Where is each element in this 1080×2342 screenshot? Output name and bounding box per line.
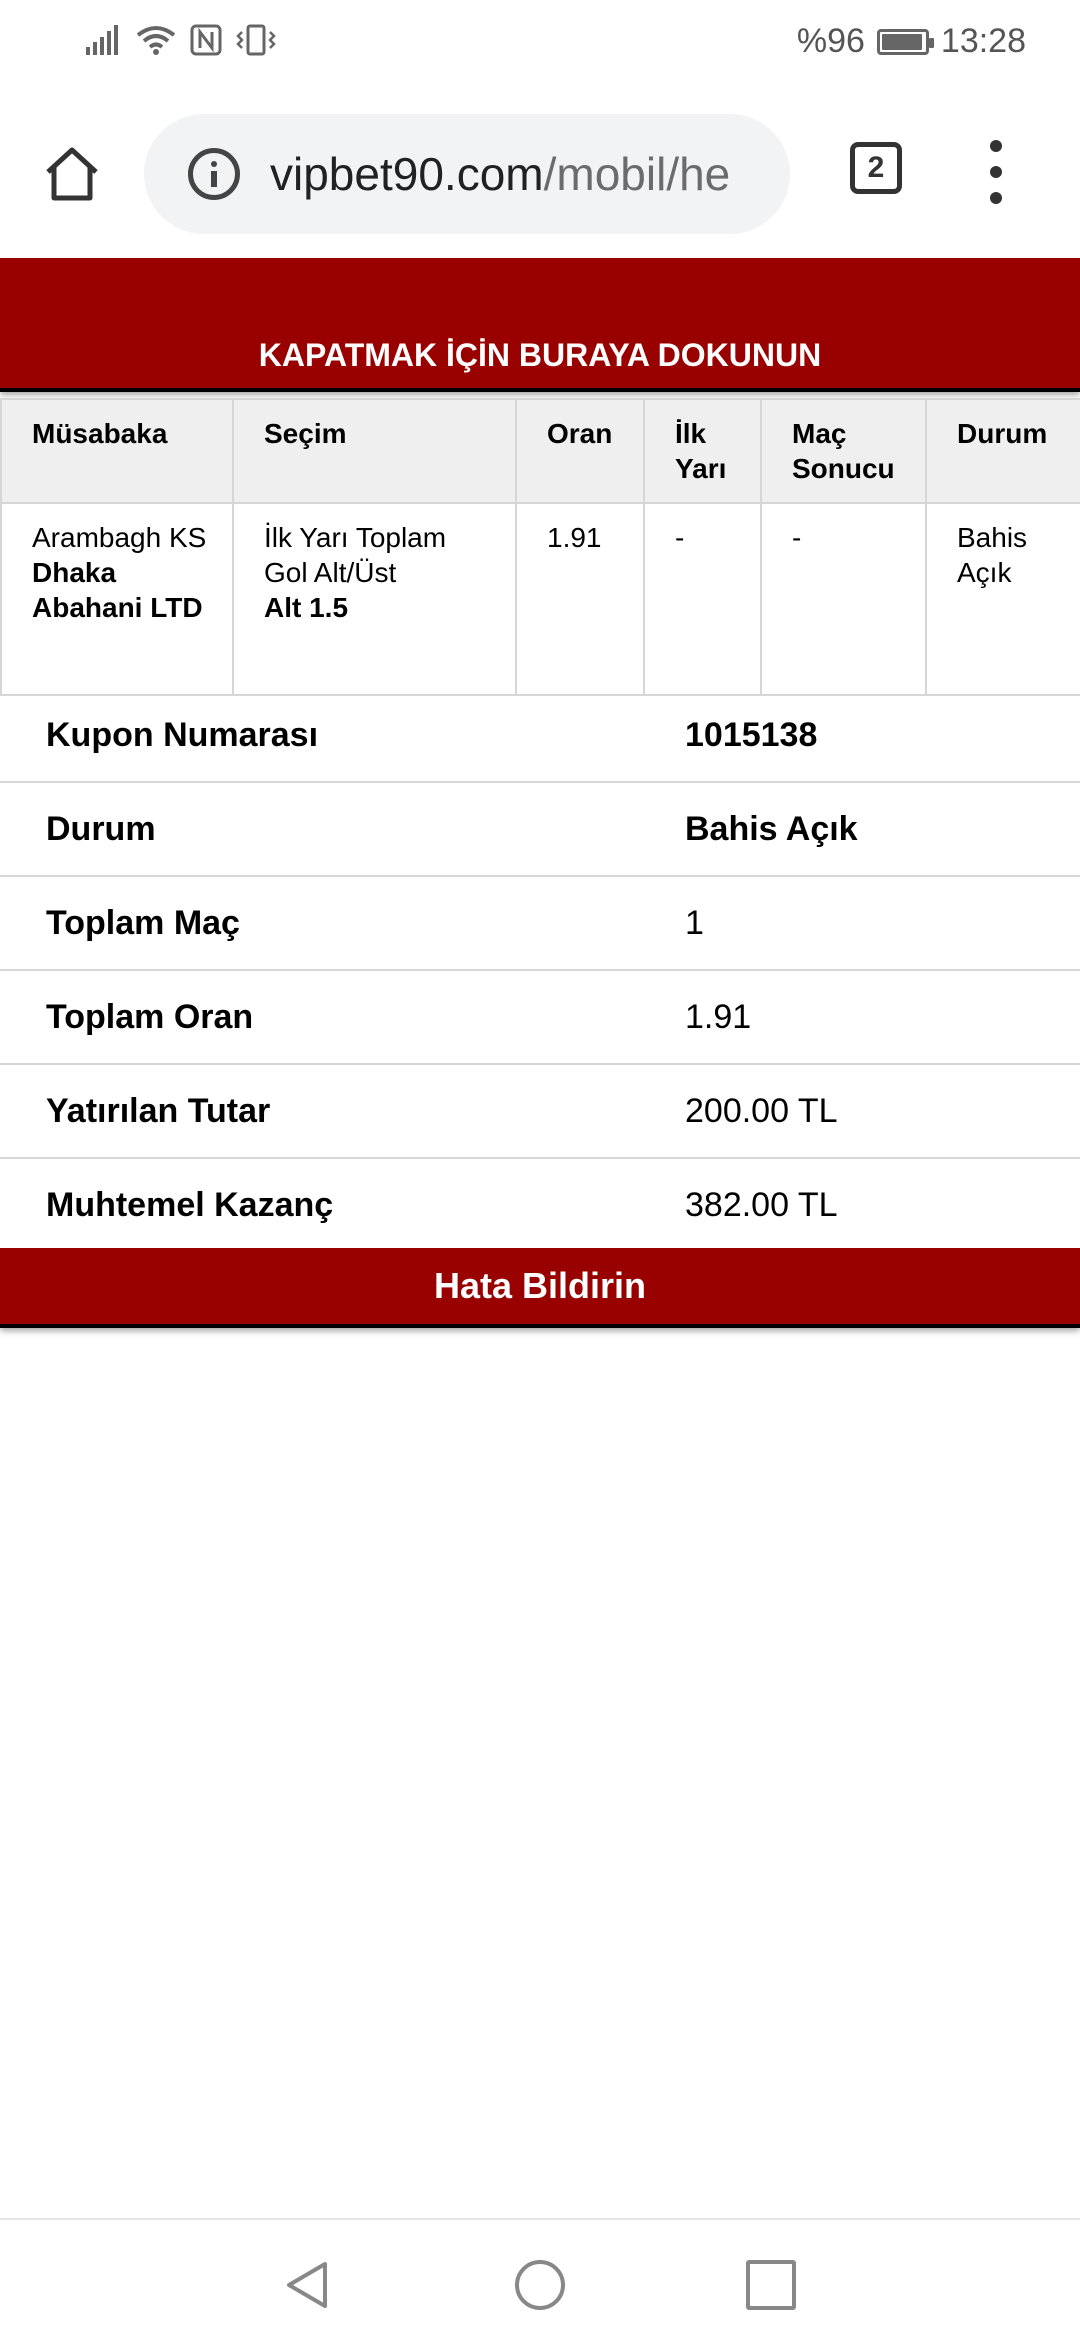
tab-count: 2 xyxy=(867,151,885,184)
coupon-summary: Kupon Numarası 1015138 Durum Bahis Açık … xyxy=(0,689,1080,1253)
report-error-button[interactable]: Hata Bildirin xyxy=(0,1248,1080,1324)
header-match-result: Maç Sonucu xyxy=(760,398,927,504)
recents-icon[interactable] xyxy=(746,2260,796,2310)
status-bar: %96 13:28 xyxy=(0,0,1080,92)
summary-label: Toplam Oran xyxy=(46,998,254,1036)
signal-icon xyxy=(86,25,118,55)
summary-value: 1015138 xyxy=(685,716,818,754)
status-icons-right: %96 13:28 xyxy=(797,22,1026,61)
pick-name: Alt 1.5 xyxy=(264,592,349,623)
close-bar[interactable]: KAPATMAK İÇİN BURAYA DOKUNUN xyxy=(0,258,1080,388)
home-icon xyxy=(46,147,98,201)
clock: 13:28 xyxy=(940,22,1026,60)
address-bar[interactable]: vipbet90.com/mobil/he xyxy=(144,114,790,234)
home-circle-icon[interactable] xyxy=(515,2260,565,2310)
table-header-row: Müsabaka Seçim Oran İlk Yarı Maç Sonucu … xyxy=(0,398,1080,504)
menu-dot xyxy=(990,192,1002,204)
battery-icon xyxy=(876,28,934,55)
summary-row-potential-win: Muhtemel Kazanç 382.00 TL xyxy=(0,1159,1080,1253)
cell-match-result: - xyxy=(760,502,927,696)
summary-row-total-matches: Toplam Maç 1 xyxy=(0,877,1080,971)
system-nav-bar xyxy=(0,2218,1080,2342)
market-name: İlk Yarı Toplam Gol Alt/Üst xyxy=(264,522,447,588)
url-host: vipbet90.com xyxy=(270,148,544,200)
summary-value: 200.00 TL xyxy=(685,1092,838,1130)
header-selection: Seçim xyxy=(232,398,517,504)
summary-value: Bahis Açık xyxy=(685,810,858,848)
table-row: Arambagh KS Dhaka Abahani LTD İlk Yarı T… xyxy=(0,502,1080,696)
summary-row-stake: Yatırılan Tutar 200.00 TL xyxy=(0,1065,1080,1159)
more-vert-icon[interactable] xyxy=(976,132,1016,212)
close-bar-label: KAPATMAK İÇİN BURAYA DOKUNUN xyxy=(258,337,822,373)
menu-dot xyxy=(990,166,1002,178)
cell-odds: 1.91 xyxy=(515,502,645,696)
summary-label: Toplam Maç xyxy=(46,904,240,942)
summary-label: Muhtemel Kazanç xyxy=(46,1186,334,1224)
browser-toolbar: vipbet90.com/mobil/he 2 xyxy=(0,92,1080,258)
vibrate-icon xyxy=(236,24,276,56)
summary-row-total-odds: Toplam Oran 1.91 xyxy=(0,971,1080,1065)
menu-dot xyxy=(990,140,1002,152)
summary-label: Durum xyxy=(46,810,156,848)
summary-label: Kupon Numarası xyxy=(46,716,319,754)
home-button[interactable] xyxy=(36,138,108,210)
summary-row-status: Durum Bahis Açık xyxy=(0,783,1080,877)
back-icon[interactable] xyxy=(283,2260,333,2310)
cell-selection: İlk Yarı Toplam Gol Alt/Üst Alt 1.5 xyxy=(232,502,517,696)
header-event: Müsabaka xyxy=(0,398,234,504)
cell-status: Bahis Açık xyxy=(925,502,1080,696)
cell-event: Arambagh KS Dhaka Abahani LTD xyxy=(0,502,234,696)
cell-first-half: - xyxy=(643,502,762,696)
header-status: Durum xyxy=(925,398,1080,504)
tabs-icon[interactable]: 2 xyxy=(850,142,902,194)
home-team: Arambagh KS xyxy=(32,522,207,553)
url-path: /mobil/he xyxy=(543,148,731,200)
summary-value: 382.00 TL xyxy=(685,1186,838,1224)
summary-value: 1.91 xyxy=(685,998,752,1036)
bet-table: Müsabaka Seçim Oran İlk Yarı Maç Sonucu … xyxy=(0,398,1080,696)
nfc-icon xyxy=(190,24,222,56)
wifi-icon xyxy=(136,26,176,55)
summary-row-coupon-number: Kupon Numarası 1015138 xyxy=(0,689,1080,783)
away-team: Dhaka Abahani LTD xyxy=(32,557,203,623)
url-text[interactable]: vipbet90.com/mobil/he xyxy=(270,142,770,206)
info-icon[interactable] xyxy=(188,148,240,200)
header-first-half: İlk Yarı xyxy=(643,398,762,504)
summary-value: 1 xyxy=(685,904,704,942)
header-odds: Oran xyxy=(515,398,645,504)
battery-percent: %96 xyxy=(796,22,865,60)
status-icons-left xyxy=(86,24,276,56)
summary-label: Yatırılan Tutar xyxy=(46,1092,271,1130)
